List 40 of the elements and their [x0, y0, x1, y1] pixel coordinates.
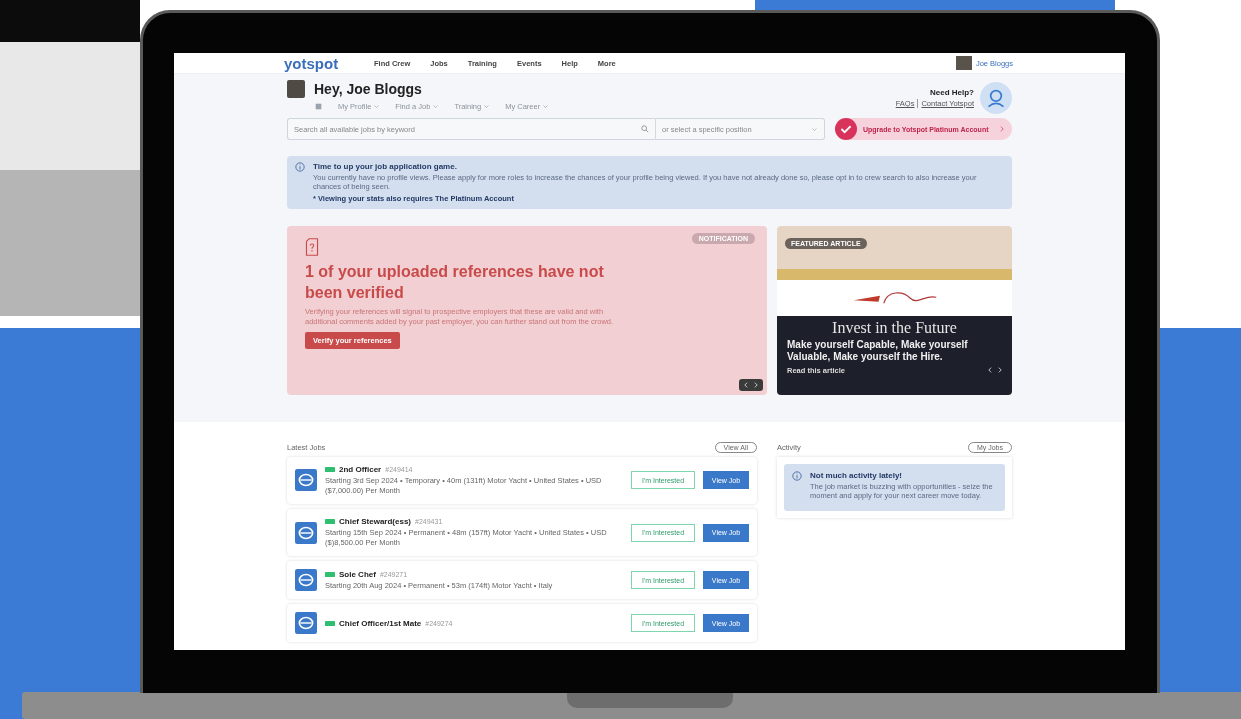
- tag-icon: [325, 620, 335, 626]
- help-title: Need Help?: [929, 88, 974, 97]
- chevron-right-icon: [998, 367, 1002, 374]
- activity-heading: Not much activity lately!: [810, 470, 904, 480]
- caret-icon: [484, 105, 490, 108]
- notification-title: 1 of your uploaded references have not been verified: [305, 261, 605, 303]
- grid-icon: [315, 103, 322, 110]
- job-title: Sole Chef: [339, 569, 376, 579]
- chevron-right-icon: [754, 381, 758, 388]
- caret-icon: [374, 105, 380, 108]
- chevron-left-icon: [744, 381, 748, 388]
- avatar-placeholder: [955, 56, 972, 70]
- article-headline: Invest in the Future: [831, 318, 958, 337]
- company-logo-icon: [295, 469, 317, 492]
- job-title: 2nd Officer: [339, 464, 382, 474]
- support-agent-icon: [980, 82, 1012, 114]
- chevron-right-icon: [1000, 126, 1004, 132]
- avatar-placeholder: [287, 80, 305, 98]
- chevron-left-icon: [988, 367, 992, 374]
- check-badge-icon: [835, 118, 857, 140]
- document-question-icon: [305, 237, 319, 256]
- article-subtitle: Make yourself Capable, Make yourself Valuable, Make yourself the Hire.: [787, 338, 969, 363]
- alert-title: Time to up your job application game.: [313, 162, 458, 171]
- info-icon: [295, 162, 305, 172]
- greeting-heading: Hey, Joe Bloggs: [314, 81, 422, 97]
- caret-icon: [543, 105, 549, 108]
- search-icon: [641, 125, 649, 133]
- logo-text[interactable]: yotspot: [284, 54, 374, 72]
- carousel-controls[interactable]: [739, 378, 763, 391]
- job-title: Chief Officer/1st Mate: [339, 618, 422, 628]
- company-logo-icon: [295, 569, 317, 592]
- company-logo-icon: [295, 521, 317, 544]
- tag-icon: [325, 519, 335, 524]
- tag-icon: [325, 466, 335, 472]
- caret-icon: [433, 105, 439, 108]
- company-logo-icon: [295, 612, 317, 635]
- job-title: Chief Steward(ess): [339, 517, 412, 526]
- tag-icon: [325, 571, 335, 577]
- info-icon: [792, 470, 802, 481]
- caret-icon: [812, 128, 817, 131]
